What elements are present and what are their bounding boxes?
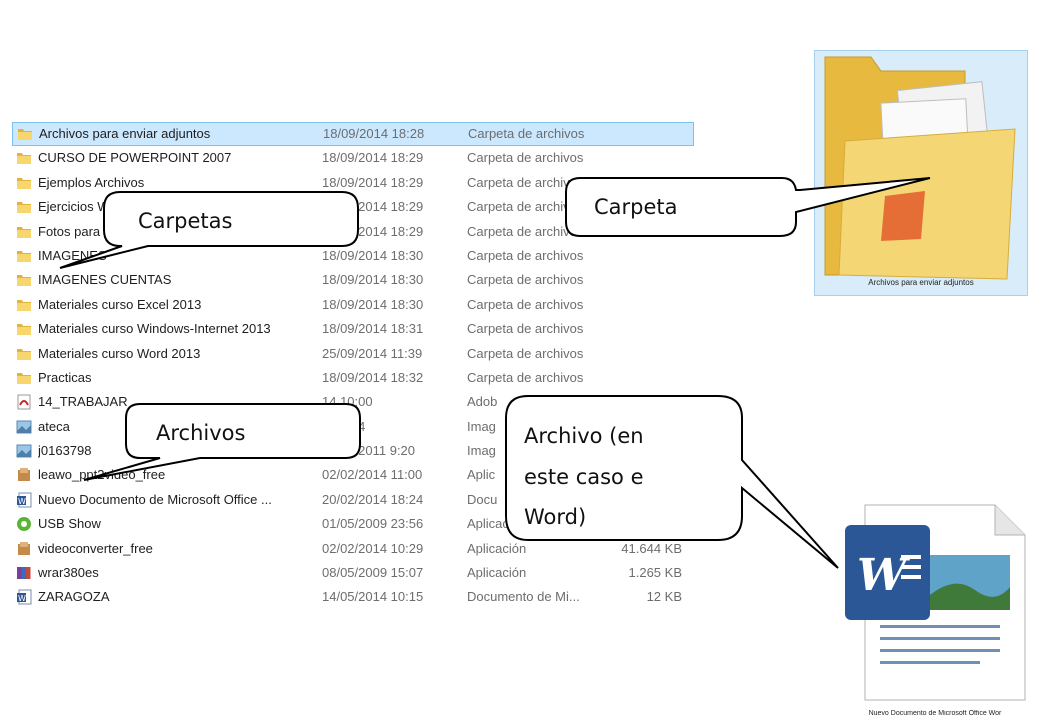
callout-carpeta-label: Carpeta bbox=[594, 195, 678, 219]
callouts-overlay: Carpetas Carpeta Archivos Archivo (en es… bbox=[59, 177, 931, 569]
callout-archivo-label-2: este caso e bbox=[524, 465, 644, 489]
callout-archivo-label-3: Word) bbox=[524, 505, 586, 529]
callout-archivo-label-1: Archivo (en bbox=[524, 424, 644, 448]
callout-carpetas-label: Carpetas bbox=[138, 209, 232, 233]
callout-archivos-label: Archivos bbox=[156, 421, 245, 445]
